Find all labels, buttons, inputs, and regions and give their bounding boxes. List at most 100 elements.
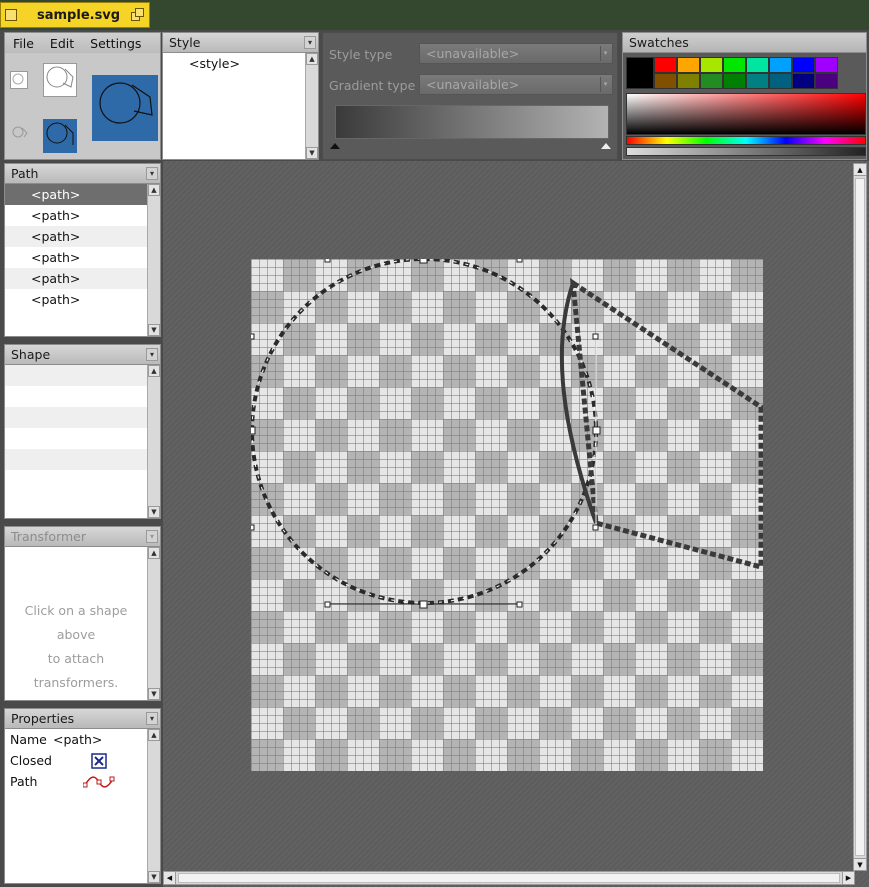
gradient-stop-end[interactable] [601,143,611,149]
swatches-header: Swatches [623,33,866,53]
shape-list [5,365,147,518]
swatch[interactable] [769,73,792,89]
thumbnail-small[interactable] [10,71,28,89]
swatches-panel: Swatches [622,32,867,160]
scroll-down-icon[interactable]: ▼ [306,147,318,159]
hint-line: to attach transformers. [33,651,119,690]
scroll-up-icon[interactable]: ▲ [148,729,160,741]
gradient-type-value: <unavailable> [426,77,520,92]
property-row: Name <path> [5,729,147,750]
property-name-label: Name [10,732,47,747]
alpha-slider[interactable] [626,147,866,156]
path-curve-icon[interactable] [83,775,115,789]
list-item[interactable]: <style> [163,53,305,74]
properties-scrollbar[interactable]: ▲ ▼ [147,729,160,883]
transformer-scrollbar[interactable]: ▲ ▼ [147,547,160,700]
swatch[interactable] [654,57,677,73]
canvas-horizontal-scrollbar[interactable]: ◀ ▶ [163,871,855,885]
scroll-down-icon[interactable]: ▼ [148,324,160,336]
swatches-title: Swatches [629,35,689,50]
scroll-left-icon[interactable]: ◀ [164,872,176,884]
circle-path[interactable] [251,259,598,605]
hue-slider[interactable] [626,136,866,145]
list-item[interactable]: <path> [5,205,147,226]
style-type-select[interactable]: <unavailable> ▾ [419,43,613,64]
path-list: <path> <path> <path> <path> <path> <path… [5,184,147,336]
scroll-up-icon[interactable]: ▲ [148,547,160,559]
chevron-down-icon[interactable]: ▾ [146,530,158,543]
property-row: Closed [5,750,147,771]
document-tab[interactable]: sample.svg [0,2,150,28]
list-item[interactable]: <path> [5,289,147,310]
gradient-type-select[interactable]: <unavailable> ▾ [419,74,613,95]
scrollbar-thumb[interactable] [855,178,865,856]
swatch[interactable] [769,57,792,73]
scroll-up-icon[interactable]: ▲ [306,53,318,65]
swatch[interactable] [677,57,700,73]
swatch[interactable] [746,57,769,73]
gradient-stop-start[interactable] [330,143,340,149]
document-icon [5,9,17,21]
polygon-path[interactable] [570,278,763,571]
style-type-area: Style type <unavailable> ▾ Gradient type… [322,32,618,160]
scroll-down-icon[interactable]: ▼ [148,871,160,883]
chevron-down-icon[interactable]: ▾ [146,348,158,361]
gradient-preview[interactable] [335,105,609,139]
thumbnail-medium[interactable] [43,63,77,97]
property-name-value[interactable]: <path> [53,732,102,747]
scrollbar-thumb[interactable] [178,873,840,883]
scroll-down-icon[interactable]: ▼ [148,506,160,518]
thumbnail-large-selected[interactable] [92,75,158,141]
chevron-down-icon[interactable]: ▾ [304,36,316,49]
menu-and-thumbnails: File Edit Settings [4,32,161,160]
style-list: <style> [163,53,305,159]
swatch[interactable] [700,73,723,89]
restore-icon[interactable] [131,8,145,22]
scroll-up-icon[interactable]: ▲ [854,164,866,176]
swatch[interactable] [815,57,838,73]
thumbnail-tiny[interactable] [11,125,29,139]
menu-edit[interactable]: Edit [42,36,82,51]
closed-checkbox[interactable] [91,752,107,769]
swatch[interactable] [723,57,746,73]
swatch[interactable] [792,57,815,73]
scroll-right-icon[interactable]: ▶ [842,872,854,884]
path-list-scrollbar[interactable]: ▲ ▼ [147,184,160,336]
menu-settings[interactable]: Settings [82,36,149,51]
thumbnail-blue-small[interactable] [43,119,77,153]
list-item [5,365,147,386]
chevron-down-icon: ▾ [600,77,610,92]
swatch[interactable] [815,73,838,89]
list-item [5,407,147,428]
chevron-down-icon[interactable]: ▾ [146,167,158,180]
canvas-vertical-scrollbar[interactable]: ▲ ▼ [853,163,867,871]
list-item[interactable]: <path> [5,247,147,268]
scroll-up-icon[interactable]: ▲ [148,365,160,377]
document-tab-bar: sample.svg [0,0,869,30]
scroll-up-icon[interactable]: ▲ [148,184,160,196]
chevron-down-icon[interactable]: ▾ [146,712,158,725]
shape-panel-header: Shape ▾ [5,345,160,365]
color-picker-field[interactable] [626,93,866,135]
swatch[interactable] [677,73,700,89]
property-row: Path [5,771,147,792]
style-panel: Style ▾ <style> ▲ ▼ [162,32,319,160]
path-panel-header: Path ▾ [5,164,160,184]
menu-file[interactable]: File [5,36,42,51]
swatch[interactable] [746,73,769,89]
style-list-scrollbar[interactable]: ▲ ▼ [305,53,318,159]
property-closed-label: Closed [10,753,52,768]
swatch[interactable] [792,73,815,89]
swatch-black[interactable] [626,57,654,89]
shape-list-scrollbar[interactable]: ▲ ▼ [147,365,160,518]
list-item[interactable]: <path> [5,268,147,289]
scroll-down-icon[interactable]: ▼ [854,858,866,870]
list-item[interactable]: <path> [5,226,147,247]
list-item[interactable]: <path> [5,184,147,205]
canvas-shapes[interactable] [251,259,763,771]
scroll-down-icon[interactable]: ▼ [148,688,160,700]
swatch[interactable] [654,73,677,89]
swatch[interactable] [723,73,746,89]
swatch[interactable] [700,57,723,73]
style-type-value: <unavailable> [426,46,520,61]
